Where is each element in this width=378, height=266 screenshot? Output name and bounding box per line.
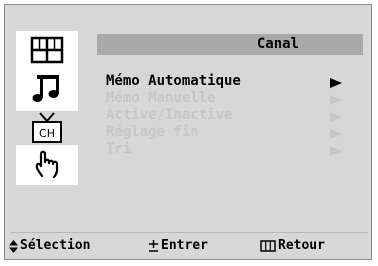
menu-item-label: Réglage fin (106, 124, 199, 140)
arrow-right-icon (330, 78, 342, 88)
sidebar: CH (16, 31, 78, 185)
setup-icon (35, 150, 59, 179)
footer-enter-hint: Entrer (148, 237, 208, 255)
menu-item-label: Active/Inactive (106, 107, 233, 123)
footer-enter-label: Entrer (161, 238, 208, 253)
menu-item-reglage-fin[interactable]: Réglage fin (106, 124, 342, 141)
footer-help-bar: Sélection Entrer Retour (5, 234, 373, 258)
arrow-right-icon (330, 95, 342, 105)
menu-item-active-inactive[interactable]: Active/Inactive (106, 107, 342, 124)
picture-icon (30, 36, 64, 64)
menu-item-memo-automatique[interactable]: Mémo Automatique (106, 73, 342, 90)
menu-item-tri[interactable]: Tri (106, 141, 342, 158)
menu-item-label: Mémo Manuelle (106, 90, 216, 106)
menu-list: Mémo Automatique Mémo Manuelle Active/In… (106, 73, 342, 158)
footer-select-hint: Sélection (9, 237, 90, 255)
footer-divider (10, 232, 368, 233)
up-down-icon (9, 239, 18, 253)
sidebar-item-setup[interactable] (16, 147, 78, 181)
osd-screen: CH Canal Mémo Automatique Mémo Manuelle … (4, 4, 372, 260)
channel-icon-label: CH (39, 127, 55, 140)
menu-item-label: Mémo Automatique (106, 73, 241, 89)
footer-return-hint: Retour (260, 237, 325, 255)
sidebar-item-channel[interactable]: CH (16, 111, 78, 145)
sidebar-item-picture[interactable] (16, 33, 78, 67)
arrow-right-icon (330, 112, 342, 122)
arrow-right-icon (330, 129, 342, 139)
sound-icon (32, 75, 59, 102)
menu-icon (260, 240, 276, 252)
footer-select-label: Sélection (20, 238, 91, 253)
footer-return-label: Retour (278, 238, 325, 253)
plus-minus-icon (149, 240, 158, 252)
menu-title-bar: Canal (97, 34, 363, 55)
menu-item-label: Tri (106, 141, 132, 157)
sidebar-item-sound[interactable] (16, 71, 78, 105)
channel-icon: CH (32, 112, 62, 143)
menu-title: Canal (256, 36, 299, 52)
menu-item-memo-manuelle[interactable]: Mémo Manuelle (106, 90, 342, 107)
arrow-right-icon (330, 146, 342, 156)
